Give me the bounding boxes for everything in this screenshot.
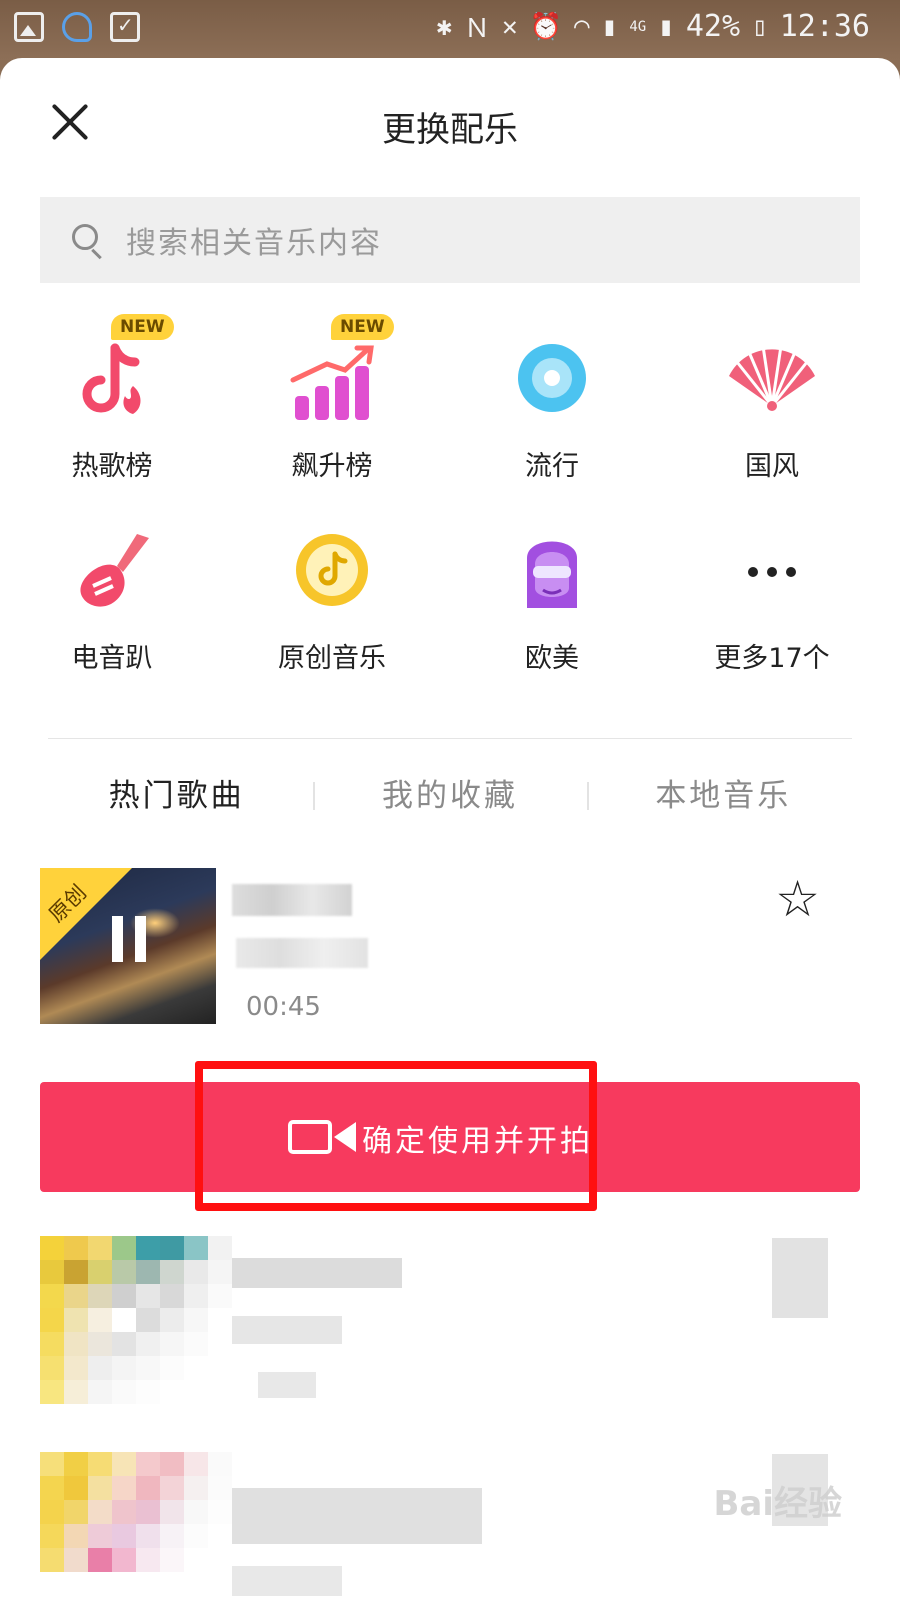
category-more[interactable]: 更多17个 — [672, 528, 872, 675]
music-picker-sheet: 更换配乐 搜索相关音乐内容 NEW 热歌榜 NEW 飙升榜 流行 国风 电音趴 … — [0, 58, 900, 1600]
alarm-icon: ⏰ — [529, 11, 563, 42]
new-badge: NEW — [331, 314, 394, 340]
category-label: 电音趴 — [71, 643, 153, 674]
favorite-star-icon[interactable] — [772, 1238, 828, 1318]
new-badge: NEW — [111, 314, 174, 340]
category-edm[interactable]: 电音趴 — [12, 528, 212, 675]
tab-local-music[interactable]: 本地音乐 — [586, 766, 860, 826]
category-label: 国风 — [745, 451, 799, 482]
search-icon — [70, 222, 106, 260]
album-cover-pixelated — [40, 1452, 232, 1572]
bluetooth-icon: ✱ — [436, 11, 452, 42]
folding-fan-icon — [727, 336, 817, 426]
battery-percent: 42% — [685, 9, 741, 44]
disc-icon — [507, 336, 597, 426]
category-label: 飙升榜 — [291, 451, 373, 482]
list-item[interactable]: 原创 00:45 ☆ — [40, 868, 860, 1028]
tiktok-flame-icon: NEW — [67, 314, 174, 426]
confirm-button-label: 确定使用并开拍 — [362, 1124, 593, 1159]
rising-chart-icon: NEW — [287, 314, 394, 426]
category-hot-songs[interactable]: NEW 热歌榜 — [12, 314, 212, 483]
notification-icons — [14, 12, 140, 42]
category-original[interactable]: 原创音乐 — [232, 528, 432, 675]
album-cover[interactable]: 原创 — [40, 868, 216, 1024]
more-dots-icon — [727, 528, 817, 618]
status-bar: ✱ Ｎ ✕ ⏰ ◠ ▮ 4G ▮ 42% ▯ 12:36 — [0, 0, 900, 60]
category-pop[interactable]: 流行 — [452, 336, 652, 483]
video-camera-icon — [288, 1120, 332, 1154]
baidu-jingyan-watermark: Bai经验 — [713, 1484, 842, 1524]
song-artist-blurred — [236, 938, 368, 968]
search-input[interactable]: 搜索相关音乐内容 — [40, 197, 860, 283]
category-label: 更多17个 — [714, 643, 830, 674]
signal-icon: ▮ — [601, 11, 618, 42]
song-duration-blurred — [258, 1372, 316, 1398]
task-notification-icon — [110, 12, 140, 42]
category-western[interactable]: 欧美 — [452, 528, 652, 675]
song-title-blurred — [232, 1258, 402, 1288]
confirm-use-button[interactable]: 确定使用并开拍 — [40, 1082, 860, 1192]
category-chinese-style[interactable]: 国风 — [672, 336, 872, 483]
guitar-icon — [67, 528, 157, 618]
favorite-star-icon[interactable]: ☆ — [775, 874, 820, 924]
mute-icon: ✕ — [501, 11, 518, 42]
wifi-icon: ◠ — [574, 11, 590, 42]
signal-icon-2: ▮ — [658, 11, 674, 42]
system-icons: ✱ Ｎ ✕ ⏰ ◠ ▮ 4G ▮ 42% ▯ 12:36 — [436, 8, 870, 45]
tab-favorites[interactable]: 我的收藏 — [313, 766, 586, 826]
category-label: 流行 — [525, 451, 579, 482]
chat-notification-icon — [62, 12, 92, 42]
clock: 12:36 — [779, 9, 870, 44]
category-label: 热歌榜 — [71, 451, 153, 482]
network-type: 4G — [629, 18, 647, 35]
gallery-notification-icon — [14, 12, 44, 42]
category-label: 原创音乐 — [278, 643, 386, 674]
search-placeholder: 搜索相关音乐内容 — [126, 226, 382, 261]
category-rising[interactable]: NEW 飙升榜 — [232, 314, 432, 483]
song-title-blurred — [232, 1488, 482, 1544]
tab-hot-songs[interactable]: 热门歌曲 — [40, 766, 313, 826]
page-title: 更换配乐 — [382, 110, 518, 150]
pause-icon[interactable] — [110, 916, 150, 966]
video-camera-lens — [334, 1122, 356, 1152]
song-artist-blurred — [232, 1566, 342, 1596]
song-tabs: 热门歌曲 我的收藏 本地音乐 — [40, 766, 860, 826]
song-title-blurred — [232, 884, 352, 916]
song-duration: 00:45 — [246, 992, 321, 1022]
song-artist-blurred — [232, 1316, 342, 1344]
sunglasses-person-icon — [507, 528, 597, 618]
battery-icon: ▯ — [752, 11, 768, 42]
music-note-circle-icon — [287, 528, 377, 618]
category-label: 欧美 — [525, 643, 579, 674]
section-divider — [48, 738, 852, 739]
nfc-icon: Ｎ — [463, 14, 490, 44]
album-cover-pixelated — [40, 1236, 232, 1404]
